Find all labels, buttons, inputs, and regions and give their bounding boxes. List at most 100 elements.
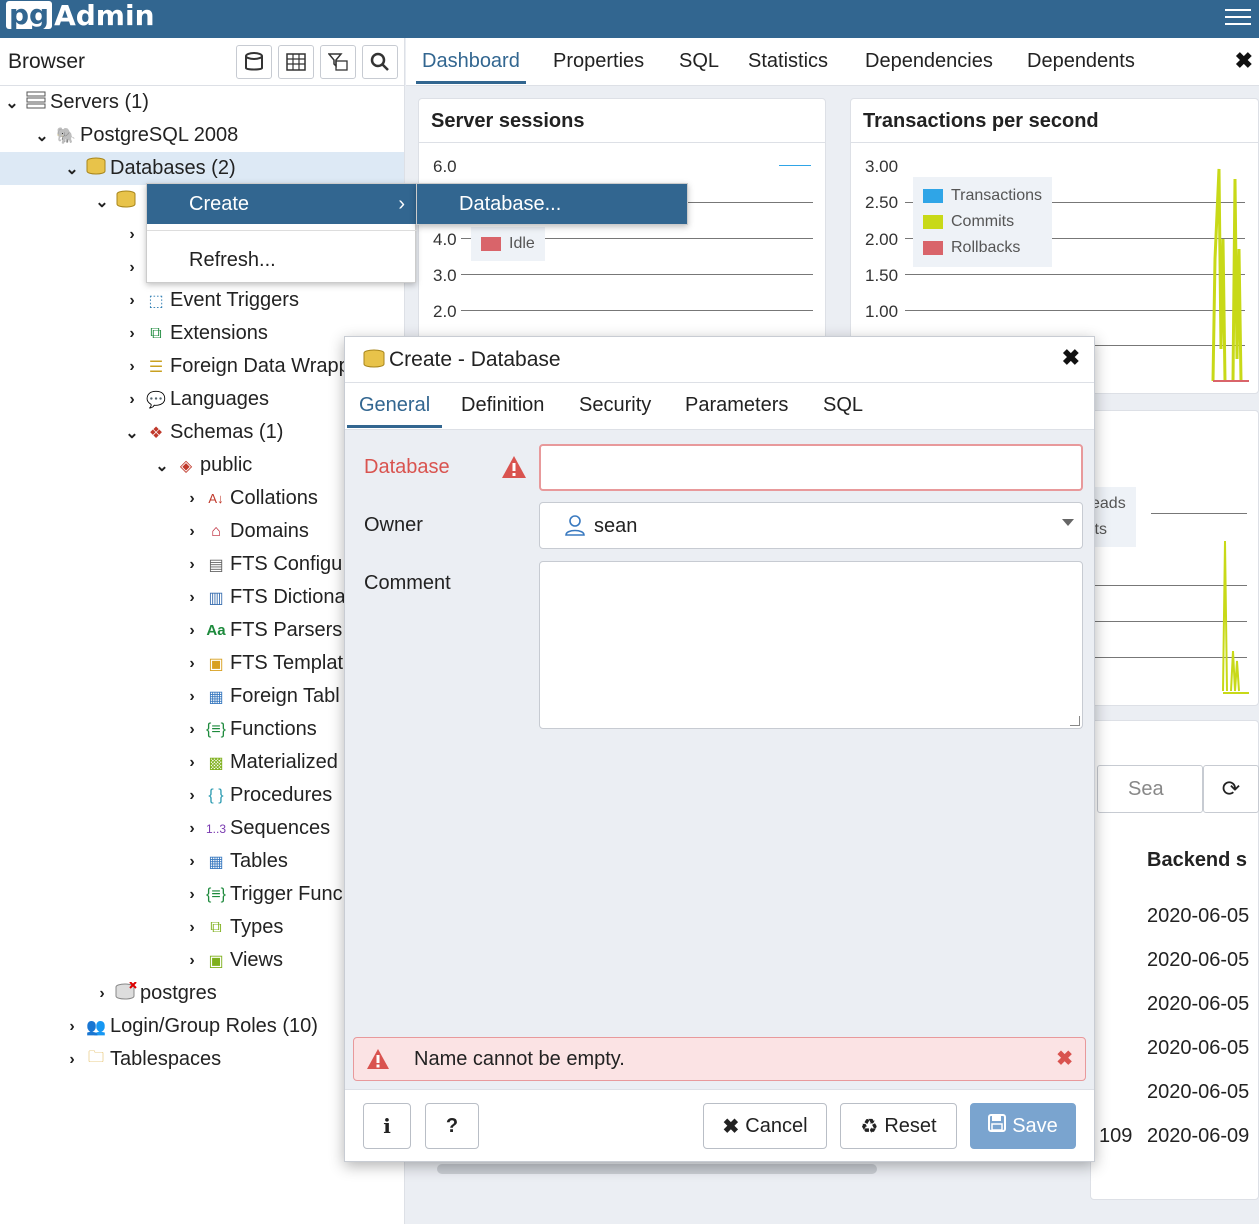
chevron-down-icon[interactable]: ⌄ xyxy=(32,126,52,146)
chevron-right-icon[interactable]: › xyxy=(122,358,142,376)
rollbacks-swatch xyxy=(923,241,943,255)
tree-node-functions[interactable]: › {≡} Functions xyxy=(182,713,316,746)
tree-node-extensions[interactable]: › ⧉ Extensions xyxy=(122,317,268,350)
tree-node-fts-dictionaries[interactable]: › ▥ FTS Dictiona xyxy=(182,581,345,614)
tab-parameters[interactable]: Parameters xyxy=(685,383,788,428)
close-icon[interactable]: ✖ xyxy=(1062,345,1080,371)
resize-handle[interactable] xyxy=(1070,716,1080,726)
tab-general[interactable]: General xyxy=(347,383,443,428)
chevron-right-icon[interactable]: › xyxy=(182,787,202,805)
dialog-header: Create - Database ✖ xyxy=(345,337,1094,383)
tree-node-collapsed-1[interactable]: › xyxy=(122,218,142,251)
chevron-right-icon[interactable]: › xyxy=(62,1051,82,1069)
help-button[interactable]: ? xyxy=(425,1103,479,1149)
save-button[interactable]: Save xyxy=(970,1103,1076,1149)
dismiss-error-icon[interactable]: ✖ xyxy=(1056,1046,1073,1071)
menu-hamburger-icon[interactable] xyxy=(1225,4,1251,28)
menu-item-database[interactable]: Database... xyxy=(417,184,687,224)
tree-node-databases[interactable]: ⌄ Databases (2) xyxy=(62,152,235,185)
query-tool-button[interactable] xyxy=(236,44,272,79)
chevron-right-icon[interactable]: › xyxy=(122,391,142,409)
tree-node-tablespaces[interactable]: › 🗀 Tablespaces xyxy=(62,1043,221,1076)
tree-node-views[interactable]: › ▣ Views xyxy=(182,944,283,977)
tab-sql[interactable]: SQL xyxy=(679,38,719,84)
tree-node-types[interactable]: › ⧉ Types xyxy=(182,911,283,944)
cancel-button[interactable]: ✖ Cancel xyxy=(703,1103,827,1149)
chevron-right-icon[interactable]: › xyxy=(182,688,202,706)
tree-node-fts-config[interactable]: › ▤ FTS Configu xyxy=(182,548,342,581)
chevron-right-icon[interactable]: › xyxy=(182,886,202,904)
tab-dependencies[interactable]: Dependencies xyxy=(865,38,993,84)
chevron-right-icon[interactable]: › xyxy=(182,556,202,574)
tree-node-fts-templates[interactable]: › ▣ FTS Templat xyxy=(182,647,343,680)
chevron-down-icon[interactable]: ⌄ xyxy=(122,423,142,443)
tree-node-languages[interactable]: › 💬 Languages xyxy=(122,383,269,416)
tab-properties[interactable]: Properties xyxy=(553,38,644,84)
chevron-right-icon[interactable]: › xyxy=(182,490,202,508)
chevron-right-icon[interactable]: › xyxy=(182,589,202,607)
chevron-right-icon[interactable]: › xyxy=(92,985,112,1003)
tree-node-roles[interactable]: › 👥 Login/Group Roles (10) xyxy=(62,1010,318,1043)
backend-start-header[interactable]: Backend s xyxy=(1147,849,1247,872)
chevron-right-icon[interactable]: › xyxy=(182,754,202,772)
chevron-down-icon[interactable]: ⌄ xyxy=(62,159,82,179)
database-name-input[interactable] xyxy=(539,444,1083,491)
tps-series-chart xyxy=(1211,168,1249,382)
chevron-down-icon[interactable]: ⌄ xyxy=(2,93,22,113)
tab-statistics[interactable]: Statistics xyxy=(748,38,828,84)
chevron-down-icon[interactable]: ⌄ xyxy=(152,456,172,476)
chevron-right-icon[interactable]: › xyxy=(122,292,142,310)
chevron-right-icon[interactable]: › xyxy=(182,952,202,970)
table-cell: 109 xyxy=(1099,1125,1133,1147)
comment-textarea[interactable] xyxy=(539,561,1083,729)
tree-node-public[interactable]: ⌄ ◈ public xyxy=(152,449,252,482)
chevron-right-icon[interactable]: › xyxy=(182,523,202,541)
chevron-right-icon[interactable]: › xyxy=(182,655,202,673)
close-icon[interactable]: ✖ xyxy=(1235,48,1253,74)
tree-node-foreign-tables[interactable]: › ▦ Foreign Tabl xyxy=(182,680,339,713)
reset-button[interactable]: ♻ Reset xyxy=(840,1103,957,1149)
tree-node-servers[interactable]: ⌄ Servers (1) xyxy=(2,86,149,119)
tree-node-procedures[interactable]: ›{ } Procedures xyxy=(182,779,332,812)
tree-node-schemas[interactable]: ⌄ ❖ Schemas (1) xyxy=(122,416,283,449)
filtered-rows-button[interactable] xyxy=(320,44,356,79)
menu-item-refresh[interactable]: Refresh... xyxy=(147,240,417,280)
menu-item-create[interactable]: Create › xyxy=(147,184,417,224)
owner-select[interactable]: sean xyxy=(539,502,1083,549)
tree-node-postgres[interactable]: › postgres xyxy=(92,977,217,1010)
tab-security[interactable]: Security xyxy=(579,383,651,428)
view-data-button[interactable] xyxy=(278,44,314,79)
refresh-button[interactable]: ⟳ xyxy=(1203,765,1259,813)
tree-node-collations[interactable]: › A↓ Collations xyxy=(182,482,318,515)
tree-node-fdw[interactable]: › ☰ Foreign Data Wrapp xyxy=(122,350,349,383)
tab-dashboard[interactable]: Dashboard xyxy=(416,38,526,84)
tree-node-postgresql[interactable]: ⌄ 🐘 PostgreSQL 2008 xyxy=(32,119,238,152)
chevron-right-icon[interactable]: › xyxy=(122,259,142,277)
horizontal-scrollbar[interactable] xyxy=(437,1164,877,1174)
tab-dependents[interactable]: Dependents xyxy=(1027,38,1135,84)
chevron-down-icon[interactable]: ⌄ xyxy=(92,192,112,212)
tab-sql[interactable]: SQL xyxy=(823,383,863,428)
chevron-right-icon[interactable]: › xyxy=(182,919,202,937)
tab-definition[interactable]: Definition xyxy=(461,383,544,428)
tree-node-trigger-functions[interactable]: › {≡} Trigger Func xyxy=(182,878,342,911)
tree-node-sequences[interactable]: › 1..3 Sequences xyxy=(182,812,330,845)
search-objects-button[interactable] xyxy=(362,44,398,79)
chevron-right-icon[interactable]: › xyxy=(182,853,202,871)
tree-node-tables[interactable]: › ▦ Tables xyxy=(182,845,287,878)
tree-node-matviews[interactable]: › ▩ Materialized xyxy=(182,746,338,779)
chevron-right-icon[interactable]: › xyxy=(122,226,142,244)
chevron-right-icon[interactable]: › xyxy=(182,721,202,739)
chevron-right-icon[interactable]: › xyxy=(122,325,142,343)
tree-node-event-triggers[interactable]: › ⬚ Event Triggers xyxy=(122,284,299,317)
info-button[interactable]: i xyxy=(363,1103,411,1149)
chevron-right-icon[interactable]: › xyxy=(182,622,202,640)
chevron-right-icon[interactable]: › xyxy=(182,820,202,838)
tree-node-fts-parsers[interactable]: › Aa FTS Parsers xyxy=(182,614,342,647)
activity-search-input[interactable]: Sea xyxy=(1097,765,1203,813)
tree-node-collapsed-2[interactable]: › xyxy=(122,251,142,284)
tree-node-database[interactable]: ⌄ xyxy=(92,185,140,218)
sequence-icon: 1..3 xyxy=(205,821,226,836)
tree-node-domains[interactable]: › ⌂ Domains xyxy=(182,515,309,548)
chevron-right-icon[interactable]: › xyxy=(62,1018,82,1036)
